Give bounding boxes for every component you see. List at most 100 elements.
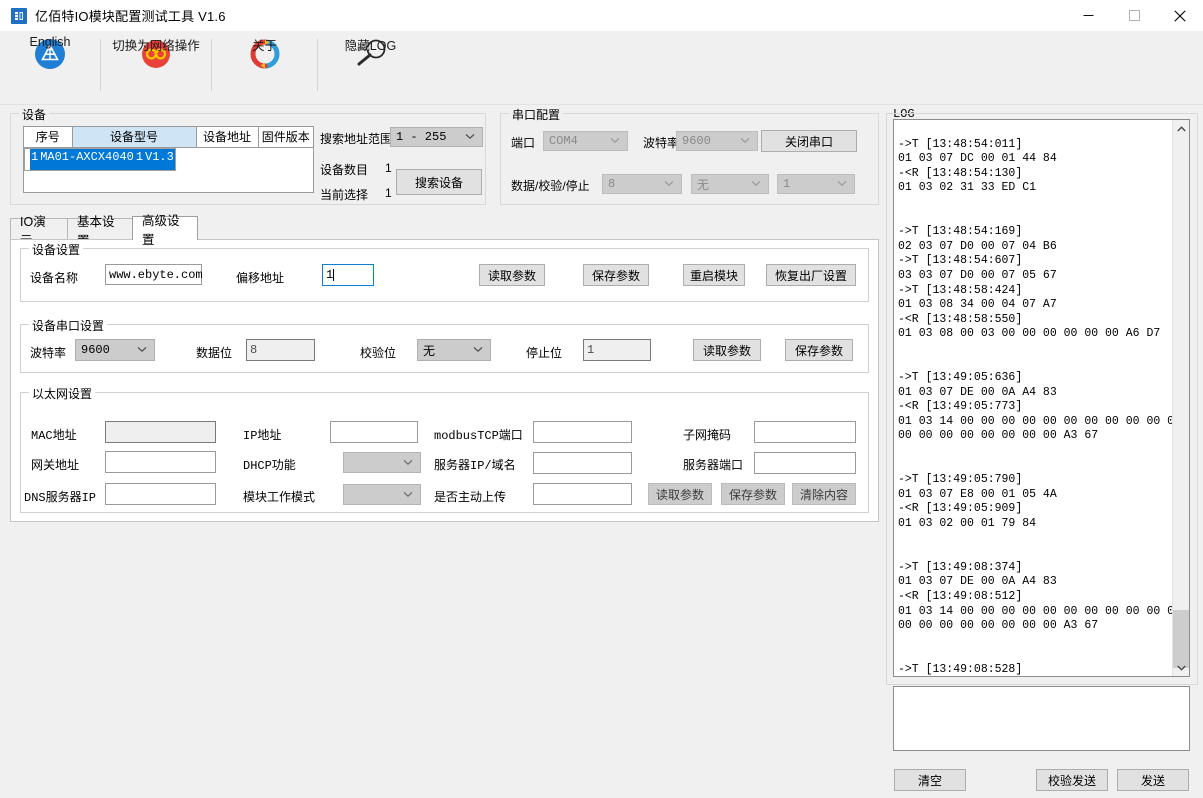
data-parity-stop-label: 数据/校验/停止 [511, 177, 590, 194]
tab-basic-settings[interactable]: 基本设置 [67, 218, 133, 240]
device-count-label: 设备数目 [320, 161, 368, 178]
search-range-select[interactable]: 1 - 255 [390, 127, 483, 147]
toolbar-label-about: 关于 [252, 35, 277, 54]
gateway-input[interactable] [105, 451, 216, 473]
column-header-address[interactable]: 设备地址 [196, 127, 258, 147]
search-range-value: 1 - 255 [396, 130, 446, 144]
close-button[interactable] [1157, 0, 1203, 31]
table-row[interactable]: 1 MA01-AXCX4040 1 V1.3 [24, 148, 176, 171]
data-bits-select[interactable]: 8 [602, 174, 682, 194]
column-header-model[interactable]: 设备型号 [72, 127, 196, 147]
work-mode-label: 模块工作模式 [243, 488, 315, 505]
ethernet-read-params-button[interactable]: 读取参数 [648, 483, 712, 505]
device-save-params-button[interactable]: 保存参数 [583, 264, 649, 286]
reboot-module-button[interactable]: 重启模块 [683, 264, 745, 286]
dev-baud-select[interactable]: 9600 [75, 339, 155, 361]
tab-advanced-settings[interactable]: 高级设置 [132, 216, 198, 240]
serial-read-params-button[interactable]: 读取参数 [693, 339, 761, 361]
work-mode-select[interactable] [343, 484, 421, 505]
stop-bits-value: 1 [783, 177, 790, 191]
ethernet-clear-content-button[interactable]: 清除内容 [792, 483, 856, 505]
window-controls [1065, 0, 1203, 31]
ethernet-save-params-button[interactable]: 保存参数 [721, 483, 785, 505]
parity-select[interactable]: 无 [691, 174, 769, 194]
dev-stop-bits-input[interactable]: 1 [583, 339, 651, 361]
dev-data-bits-value: 8 [250, 344, 257, 356]
send-button[interactable]: 发送 [1117, 769, 1189, 791]
dns-server-input[interactable] [105, 483, 216, 505]
title-bar: 亿佰特IO模块配置测试工具 V1.6 [0, 0, 1203, 31]
active-upload-input[interactable] [533, 483, 632, 505]
search-range-label: 搜索地址范围 [320, 130, 392, 147]
baud-label: 波特率 [643, 134, 679, 151]
dev-parity-value: 无 [423, 342, 435, 359]
chevron-down-icon [403, 456, 413, 470]
dev-parity-select[interactable]: 无 [417, 339, 491, 361]
baud-select[interactable]: 9600 [676, 131, 758, 151]
close-serial-button[interactable]: 关闭串口 [761, 130, 857, 152]
cell-firmware: V1.3 [144, 149, 175, 170]
chevron-down-icon [403, 488, 413, 502]
ip-address-input[interactable] [330, 421, 418, 443]
device-name-input[interactable]: www.ebyte.com [105, 264, 202, 285]
window-title: 亿佰特IO模块配置测试工具 V1.6 [35, 6, 226, 25]
factory-reset-button[interactable]: 恢复出厂设置 [766, 264, 856, 286]
device-serial-settings-legend: 设备串口设置 [29, 317, 107, 334]
baud-value: 9600 [682, 134, 711, 148]
table-header-row: 序号 设备型号 设备地址 固件版本 [24, 127, 313, 147]
tab-io-demo[interactable]: IO演示 [10, 218, 68, 240]
chevron-down-icon [751, 177, 761, 191]
server-port-input[interactable] [754, 452, 856, 474]
column-header-firmware[interactable]: 固件版本 [258, 127, 313, 147]
toolbar-button-switch-network[interactable]: 切换为网络操作 [101, 34, 211, 102]
offset-address-input[interactable]: 1 [322, 264, 374, 286]
dev-parity-label: 校验位 [360, 344, 396, 361]
dhcp-select[interactable] [343, 452, 421, 473]
dev-stop-bits-value: 1 [587, 344, 594, 356]
toolbar: English 切换为网络操作 [0, 31, 1203, 105]
log-output-panel[interactable]: ->T [13:48:54:011] 01 03 07 DC 00 01 44 … [893, 119, 1190, 677]
data-bits-value: 8 [608, 177, 615, 191]
search-device-button[interactable]: 搜索设备 [396, 169, 482, 195]
subnet-mask-input[interactable] [754, 421, 856, 443]
toolbar-label-hide-log: 隐藏LOG [345, 35, 396, 54]
toolbar-button-about[interactable]: 关于 [212, 34, 317, 102]
scroll-up-icon[interactable] [1173, 120, 1190, 137]
serial-save-params-button[interactable]: 保存参数 [785, 339, 853, 361]
serial-config-legend: 串口配置 [509, 106, 563, 123]
chevron-down-icon [465, 130, 475, 144]
log-text: ->T [13:48:54:011] 01 03 07 DC 00 01 44 … [898, 123, 1169, 677]
maximize-button[interactable] [1111, 0, 1157, 31]
tab-strip: IO演示 基本设置 高级设置 [10, 216, 879, 240]
log-scrollbar[interactable] [1172, 120, 1189, 676]
toolbar-button-english[interactable]: English [0, 34, 100, 102]
device-read-params-button[interactable]: 读取参数 [479, 264, 545, 286]
parity-value: 无 [697, 176, 709, 193]
current-select-value: 1 [385, 186, 392, 200]
server-ip-input[interactable] [533, 452, 632, 474]
dev-data-bits-input[interactable]: 8 [246, 339, 315, 361]
device-table[interactable]: 序号 设备型号 设备地址 固件版本 1 MA01-AXCX4040 1 V1.3 [23, 126, 314, 193]
send-input-box[interactable] [893, 686, 1190, 751]
modbus-tcp-port-input[interactable] [533, 421, 632, 443]
offset-address-label: 偏移地址 [236, 269, 284, 286]
minimize-button[interactable] [1065, 0, 1111, 31]
clear-log-button[interactable]: 清空 [894, 769, 966, 791]
column-header-index[interactable]: 序号 [24, 127, 72, 147]
mac-address-input[interactable] [105, 421, 216, 443]
toolbar-label-switch-network: 切换为网络操作 [112, 35, 200, 54]
application-window: 亿佰特IO模块配置测试工具 V1.6 [0, 0, 1203, 798]
port-select[interactable]: COM4 [543, 131, 628, 151]
chevron-down-icon [837, 177, 847, 191]
toolbar-button-hide-log[interactable]: 隐藏LOG [318, 34, 423, 102]
device-name-value: www.ebyte.com [109, 269, 203, 281]
device-name-label: 设备名称 [30, 269, 78, 286]
port-label: 端口 [511, 134, 535, 151]
chevron-down-icon [610, 134, 620, 148]
stop-bits-select[interactable]: 1 [777, 174, 855, 194]
check-send-button[interactable]: 校验发送 [1036, 769, 1108, 791]
device-count-value: 1 [385, 161, 392, 175]
dhcp-label: DHCP功能 [243, 456, 296, 473]
scroll-down-icon[interactable] [1173, 659, 1190, 676]
cell-model: MA01-AXCX4040 [39, 149, 135, 170]
